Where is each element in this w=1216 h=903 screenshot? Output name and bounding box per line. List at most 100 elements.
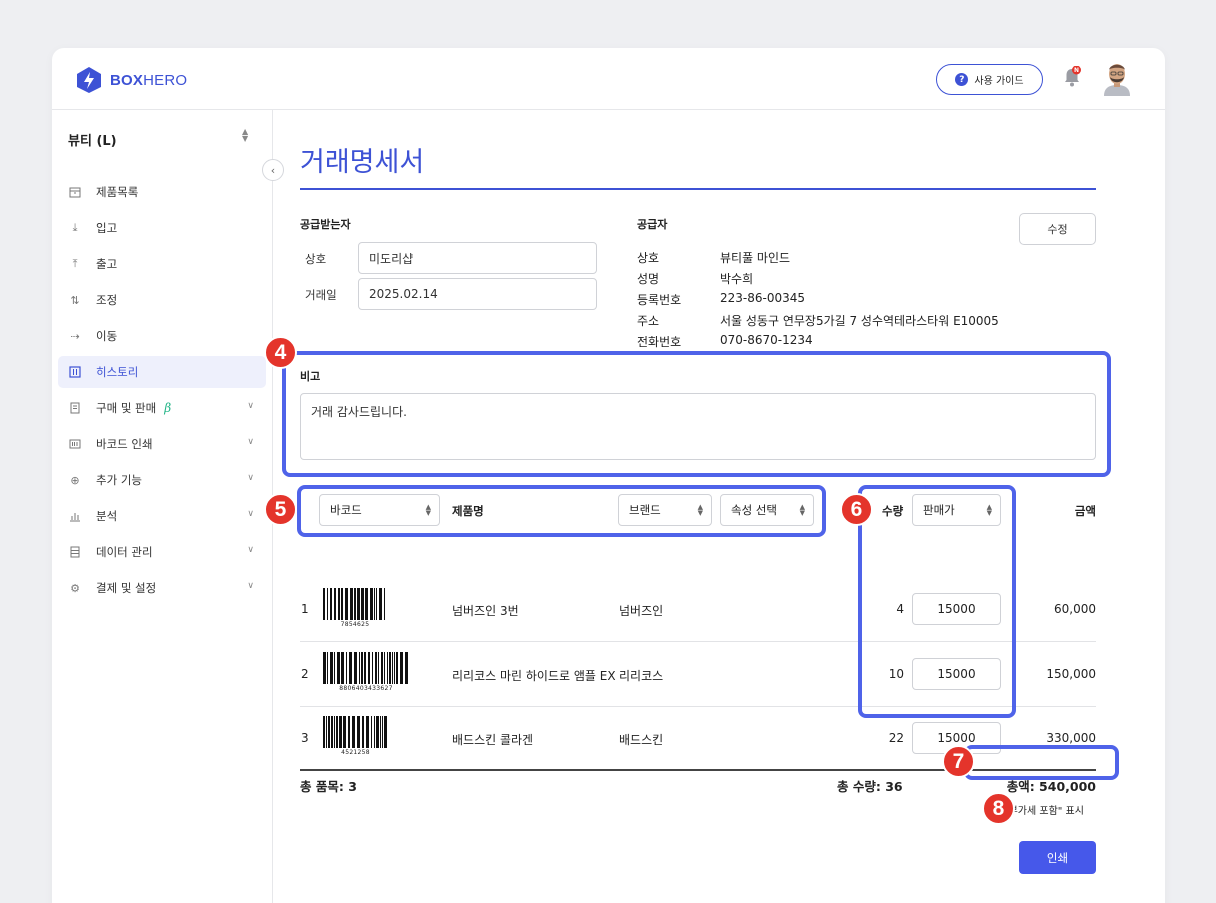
logo-text: BOXHERO <box>110 71 188 89</box>
sidebar-item-label: 데이터 관리 <box>96 545 153 559</box>
step-badge: 6 <box>840 493 873 526</box>
sidebar-item-billing-settings[interactable]: ⚙ 결제 및 설정 ∨ <box>58 572 266 604</box>
arrow-down-icon: ⤓ <box>72 221 78 234</box>
sidebar-item-analytics[interactable]: 분석 ∨ <box>58 500 266 532</box>
edit-supplier-button[interactable]: 수정 <box>1019 213 1096 245</box>
chevron-down-icon: ∨ <box>247 473 254 483</box>
user-avatar[interactable] <box>1102 62 1132 96</box>
supplier-row: 등록번호 223-86-00345 <box>637 291 805 308</box>
store-name[interactable]: 뷰티 (L) <box>68 130 117 149</box>
quantity-value: 22 <box>888 731 904 745</box>
barcode-image: 4521258 <box>323 716 388 756</box>
receiver-section-label: 공급받는자 <box>300 218 351 231</box>
user-guide-button[interactable]: ? 사용 가이드 <box>936 64 1043 95</box>
sidebar-item-stock-out[interactable]: ⤒ 출고 <box>58 248 266 280</box>
supplier-value: 서울 성동구 연무장5가길 7 성수역테라스타워 E10005 <box>720 314 999 328</box>
boxhero-logo[interactable]: BOXHERO <box>76 66 187 94</box>
supplier-row: 상호 뷰티풀 마인드 <box>637 249 790 266</box>
vat-label: "부가세 포함" 표시 <box>1004 806 1084 817</box>
sidebar-item-label: 구매 및 판매 <box>96 401 157 415</box>
highlight-box-columns <box>297 485 826 537</box>
page-title: 거래명세서 <box>300 147 425 178</box>
brand-name: 넘버즈인 <box>619 604 664 618</box>
step-badge: 8 <box>982 792 1015 825</box>
row-number: 2 <box>301 667 309 681</box>
supplier-value: 뷰티풀 마인드 <box>720 251 791 265</box>
sidebar-item-products[interactable]: 제품목록 <box>58 176 266 208</box>
sidebar-item-label: 히스토리 <box>96 365 139 379</box>
help-icon: ? <box>955 73 969 86</box>
row-number: 1 <box>301 602 309 616</box>
step-badge: 4 <box>264 336 297 369</box>
notification-badge: N <box>1074 67 1079 74</box>
row-number: 3 <box>301 731 309 745</box>
top-bar: BOXHERO ? 사용 가이드 N <box>52 48 1165 110</box>
barcode-number: 7854625 <box>340 621 370 628</box>
chevron-down-icon: ∨ <box>247 401 254 411</box>
supplier-section-label: 공급자 <box>637 218 668 231</box>
supplier-key: 등록번호 <box>637 293 682 307</box>
transaction-date-label: 거래일 <box>305 288 337 302</box>
sidebar-item-barcode-print[interactable]: 바코드 인쇄 ∨ <box>58 428 266 460</box>
chevron-down-icon: ∨ <box>247 437 254 447</box>
sidebar-item-label: 제품목록 <box>96 185 139 199</box>
sidebar-item-label: 이동 <box>96 329 118 343</box>
receiver-name-field[interactable]: 미도리샵 <box>358 242 597 274</box>
barcode-gap <box>385 588 387 620</box>
barcode-number: 8806403433627 <box>339 685 393 692</box>
barcode-image: 7854625 <box>323 588 387 628</box>
barcode-gap <box>408 652 409 684</box>
move-icon: ⇢ <box>70 329 80 343</box>
amount-value: 330,000 <box>1046 731 1096 745</box>
adjust-icon: ⇅ <box>70 293 80 307</box>
settings-icon: ⚙ <box>70 581 80 595</box>
barcode-bars <box>323 652 409 684</box>
database-icon <box>68 545 82 559</box>
print-button[interactable]: 인쇄 <box>1019 841 1096 874</box>
barcode-bars <box>323 716 388 748</box>
barcode-image: 8806403433627 <box>323 652 409 692</box>
sidebar-nav: 제품목록 ⤓ 입고 ⤒ 출고 ⇅ 조정 ⇢ 이동 히스토리 구매 및 판매 β … <box>58 176 266 608</box>
sidebar: 뷰티 (L) ▲ ▼ 제품목록 ⤓ 입고 ⤒ 출고 ⇅ 조정 ⇢ 이동 히스토리… <box>52 110 273 903</box>
sidebar-item-label: 추가 기능 <box>96 473 142 487</box>
barcode-icon <box>68 437 82 451</box>
supplier-value: 070-8670-1234 <box>720 333 813 347</box>
total-items: 총 품목: 3 <box>300 779 357 794</box>
supplier-value: 박수희 <box>720 272 754 286</box>
sidebar-item-adjust[interactable]: ⇅ 조정 <box>58 284 266 316</box>
supplier-row: 전화번호 070-8670-1234 <box>637 333 813 350</box>
user-guide-label: 사용 가이드 <box>974 76 1024 87</box>
highlight-box-quantity-price <box>858 485 1016 718</box>
product-name: 리리코스 마린 하이드로 앰플 EX <box>452 669 616 683</box>
amount-header: 금액 <box>1074 504 1096 518</box>
sidebar-item-move[interactable]: ⇢ 이동 <box>58 320 266 352</box>
beta-badge: β <box>164 401 172 415</box>
sidebar-item-label: 분석 <box>96 509 118 523</box>
plus-circle-icon: ⊕ <box>70 473 80 487</box>
sidebar-item-history[interactable]: 히스토리 <box>58 356 266 388</box>
collapse-sidebar-button[interactable]: ‹ <box>262 159 284 181</box>
transaction-date-field[interactable]: 2025.02.14 <box>358 278 597 310</box>
box-icon <box>68 185 82 199</box>
barcode-bars <box>323 588 387 620</box>
store-switch-icon[interactable]: ▲ ▼ <box>242 128 248 143</box>
sidebar-item-label: 바코드 인쇄 <box>96 437 153 451</box>
sidebar-item-add-ons[interactable]: ⊕ 추가 기능 ∨ <box>58 464 266 496</box>
highlight-box-memo <box>282 351 1111 477</box>
brand-name: 리리코스 <box>619 669 664 683</box>
sidebar-item-label: 결제 및 설정 <box>96 581 157 595</box>
receiver-name-label: 상호 <box>305 252 327 266</box>
sidebar-item-stock-in[interactable]: ⤓ 입고 <box>58 212 266 244</box>
step-badge: 5 <box>264 493 297 526</box>
history-icon <box>68 365 82 379</box>
supplier-key: 주소 <box>637 314 660 328</box>
barcode-gap <box>387 716 388 748</box>
sidebar-item-purchase-sales[interactable]: 구매 및 판매 β ∨ <box>58 392 266 424</box>
notification-bell-icon[interactable]: N <box>1062 65 1082 88</box>
sidebar-item-label: 조정 <box>96 293 118 307</box>
supplier-row: 주소 서울 성동구 연무장5가길 7 성수역테라스타워 E10005 <box>637 312 999 329</box>
chart-icon <box>68 509 82 523</box>
product-name: 넘버즈인 3번 <box>452 604 519 618</box>
sidebar-item-data-management[interactable]: 데이터 관리 ∨ <box>58 536 266 568</box>
chevron-down-icon: ∨ <box>247 581 254 591</box>
